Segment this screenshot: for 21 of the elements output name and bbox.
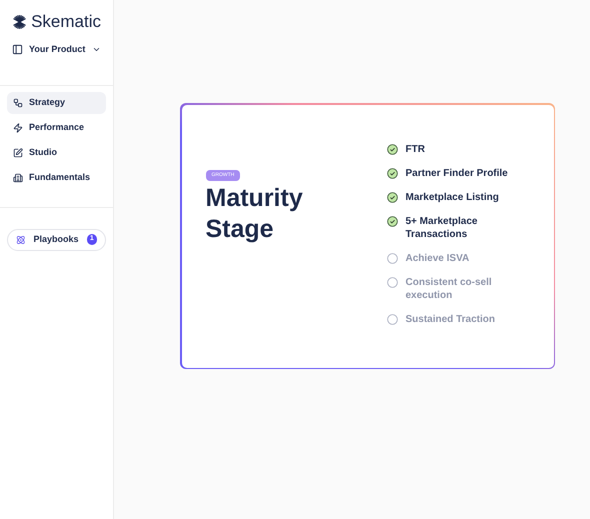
milestone-label: Achieve ISVA [406, 252, 470, 264]
card-title: Maturity Stage [206, 183, 304, 245]
panel-icon [12, 44, 23, 56]
nav-item[interactable]: Fundamentals [7, 166, 106, 188]
atom-icon [16, 234, 26, 244]
logo-icon [12, 12, 28, 32]
milestone-label: FTR [406, 142, 425, 156]
milestone-label: Sustained Traction [406, 312, 495, 326]
lightning-icon [13, 122, 23, 132]
milestone-label: Consistent co-sell execution [406, 276, 493, 302]
nav-item[interactable]: Performance [7, 116, 106, 138]
milestone-label: Marketplace Listing [406, 190, 499, 204]
milestone-label: 5+ Marketplace Transactions [406, 214, 478, 240]
nav-item[interactable]: Studio [7, 142, 106, 164]
flow-icon [13, 98, 23, 108]
product-selector[interactable]: Your Product [12, 43, 101, 56]
building-icon [13, 172, 23, 182]
brand-name: Skematic [31, 11, 101, 34]
nav-item[interactable]: Strategy [7, 92, 106, 114]
pen-square-icon [13, 148, 23, 158]
milestone-label: Partner Finder Profile [406, 166, 508, 180]
